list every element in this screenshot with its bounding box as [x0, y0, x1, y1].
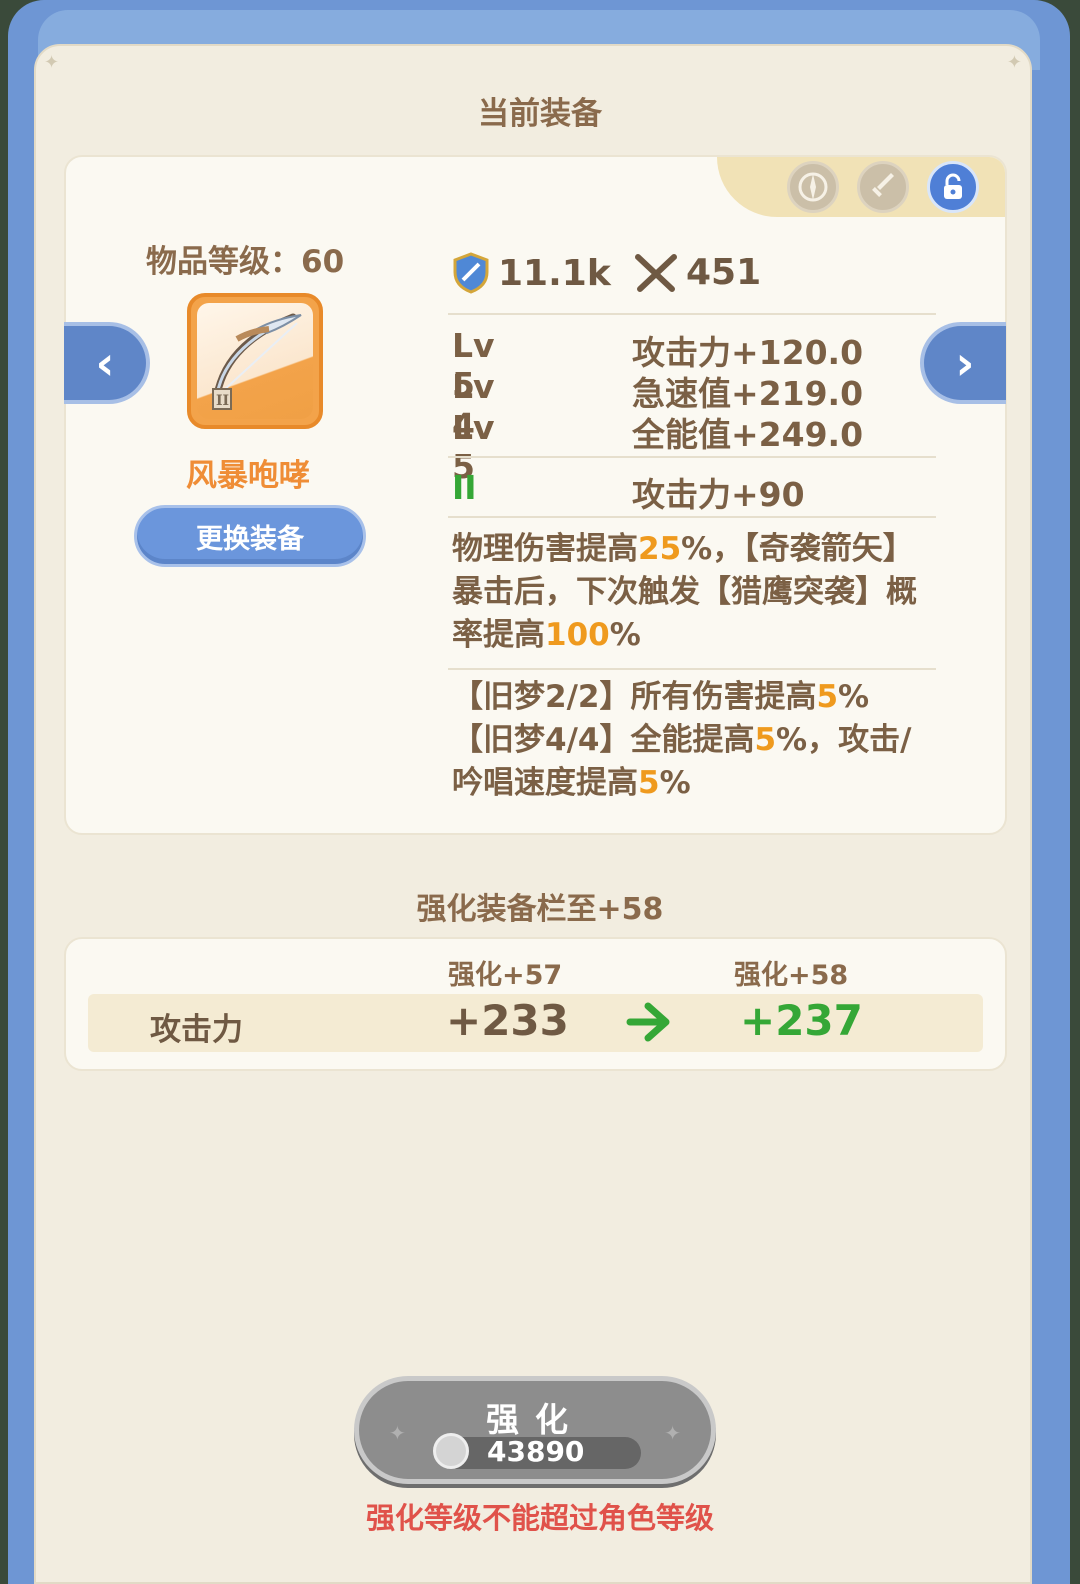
special-effect-text: 物理伤害提高25%，【奇袭箭矢】暴击后，下次触发【猎鹰突袭】概率提高100% — [452, 528, 922, 657]
text-segment: % — [609, 617, 641, 653]
text-segment: 物理伤害提高 — [452, 531, 638, 567]
chevron-right-icon: › — [955, 336, 975, 390]
enhance-preview-card: 强化+57 强化+58 攻击力 +233 +237 — [64, 937, 1007, 1071]
gear-score: 11.1k — [452, 252, 611, 294]
tier-tag: II — [452, 468, 477, 507]
enhance-warning: 强化等级不能超过角色等级 — [365, 1501, 714, 1535]
divider — [448, 516, 936, 518]
divider — [448, 668, 936, 670]
highlight-value: 5 — [638, 765, 660, 801]
lock-icon[interactable] — [927, 161, 979, 213]
text-segment: % — [659, 765, 691, 801]
text-segment: 【旧梦4/4】全能提高 — [452, 722, 755, 758]
next-enhance-header: 强化+58 — [734, 960, 849, 991]
corner-ornament: ✦ — [1006, 52, 1022, 73]
gear-score-value: 11.1k — [498, 252, 611, 294]
next-stat-value: +237 — [740, 996, 863, 1045]
text-segment: 【旧梦2/2】所有伤害提高 — [452, 679, 817, 715]
cost-pill: 43890 — [433, 1433, 641, 1469]
enhance-title: 强化装备栏至+58 — [416, 892, 664, 927]
weapon-bow-icon[interactable]: II — [187, 293, 323, 429]
tier-stat: 攻击力+90 — [632, 475, 805, 514]
crossed-swords-icon — [635, 253, 677, 292]
sword-icon[interactable] — [857, 161, 909, 213]
enhance-button-label: 强化 — [486, 1400, 584, 1439]
view-tabs — [717, 157, 1005, 217]
svg-text:II: II — [216, 393, 229, 409]
highlight-value: 5 — [754, 722, 777, 758]
highlight-value: 25 — [638, 531, 682, 567]
highlight-value: 100 — [545, 617, 610, 653]
next-item-button[interactable]: › — [920, 322, 1006, 404]
divider — [448, 313, 936, 315]
enhance-stat-label: 攻击力 — [150, 1012, 243, 1048]
current-equipment-title: 当前装备 — [478, 96, 602, 132]
prev-item-button[interactable]: ‹ — [64, 322, 150, 404]
current-stat-value: +233 — [446, 996, 569, 1045]
highlight-value: 5 — [816, 679, 839, 715]
attack-power-value: 451 — [686, 252, 762, 293]
compass-icon[interactable] — [787, 161, 839, 213]
corner-ornament: ✦ — [44, 52, 60, 73]
shield-icon — [453, 252, 489, 294]
arrow-right-icon — [626, 1000, 674, 1055]
swap-equipment-button[interactable]: 更换装备 — [134, 505, 366, 567]
item-name: 风暴咆哮 — [186, 458, 310, 494]
crystal-currency-icon — [433, 1433, 469, 1469]
item-level: 物品等级：60 — [146, 244, 345, 280]
divider — [448, 456, 936, 458]
current-enhance-header: 强化+57 — [448, 960, 563, 991]
set-bonus-text: 【旧梦2/2】所有伤害提高5% 【旧梦4/4】全能提高5%，攻击/吟唱速度提高5% — [452, 676, 922, 805]
enhance-cost: 43890 — [487, 1435, 585, 1468]
affix-stat: 全能值+249.0 — [632, 415, 864, 454]
text-segment: % — [838, 679, 870, 715]
chevron-left-icon: ‹ — [95, 336, 115, 390]
enhance-stat-row: 攻击力 +233 +237 — [88, 994, 983, 1052]
attack-power: 451 — [634, 252, 761, 293]
enhance-button[interactable]: ✦ ✦ 强化 43890 — [354, 1376, 716, 1484]
